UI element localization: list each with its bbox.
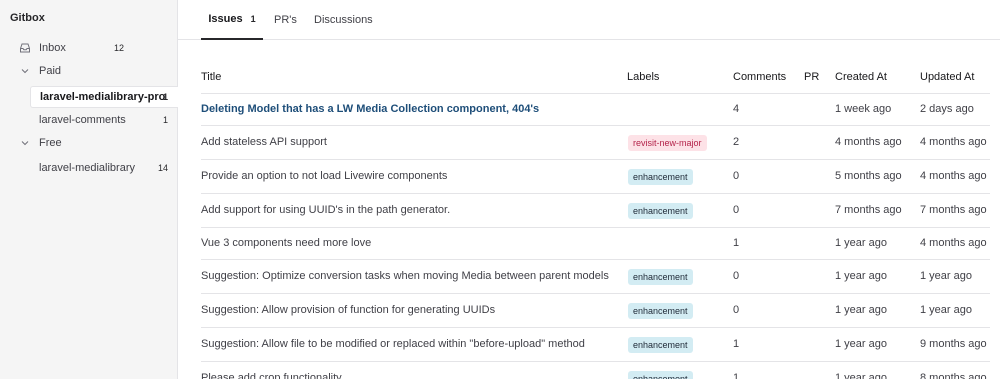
issue-comment-count: 1 (733, 237, 740, 249)
issue-updated-at: 1 year ago (920, 304, 972, 316)
issue-created-at: 1 year ago (835, 237, 887, 249)
issue-title-link[interactable]: Provide an option to not load Livewire c… (201, 170, 447, 182)
table-row[interactable]: Please add crop functionality enhancement… (201, 362, 990, 379)
tab-label: PR's (274, 14, 297, 26)
column-header-labels[interactable]: Labels (627, 71, 659, 83)
inbox-count-badge: 12 (113, 43, 124, 53)
tab-label: Issues (208, 13, 243, 25)
issue-created-at: 5 months ago (835, 170, 902, 182)
tab-issues[interactable]: Issues 1 (201, 0, 263, 40)
tab-bar: Issues 1 PR's Discussions (178, 0, 1000, 40)
sidebar-item-laravel-medialibrary-pro[interactable]: laravel-medialibrary-pro 1 (30, 86, 178, 108)
issue-title-link[interactable]: Suggestion: Optimize conversion tasks wh… (201, 270, 609, 282)
column-header-created-at[interactable]: Created At (835, 71, 887, 83)
sidebar-item-count: 1 (162, 115, 168, 125)
sidebar-item-count: 14 (157, 163, 168, 173)
issue-title-link[interactable]: Suggestion: Allow file to be modified or… (201, 338, 585, 350)
issue-label-badge[interactable]: enhancement (628, 169, 693, 185)
issue-updated-at: 7 months ago (920, 204, 987, 216)
issue-updated-at: 4 months ago (920, 170, 987, 182)
issue-title-link[interactable]: Add support for using UUID's in the path… (201, 204, 450, 216)
column-header-updated-at[interactable]: Updated At (920, 71, 974, 83)
issue-comment-count: 0 (733, 170, 740, 182)
tab-count-badge: 1 (250, 14, 256, 24)
chevron-down-icon (19, 65, 31, 77)
sidebar-item-label: laravel-comments (39, 114, 126, 126)
table-header: Title Labels Comments PR Created At Upda… (201, 60, 990, 94)
issue-created-at: 1 year ago (835, 304, 887, 316)
issue-comment-count: 0 (733, 270, 740, 282)
tab-label: Discussions (314, 14, 373, 26)
table-row[interactable]: Suggestion: Allow provision of function … (201, 294, 990, 328)
tab-prs[interactable]: PR's (274, 0, 297, 40)
app-title: Gitbox (10, 12, 45, 24)
sidebar-item-label: Inbox (39, 42, 66, 54)
issue-label-badge[interactable]: enhancement (628, 337, 693, 353)
sidebar-group-label: Paid (39, 65, 62, 77)
issue-updated-at: 4 months ago (920, 237, 987, 249)
column-header-pr[interactable]: PR (804, 71, 819, 83)
issue-title-link[interactable]: Add stateless API support (201, 136, 327, 148)
table-row[interactable]: Provide an option to not load Livewire c… (201, 160, 990, 194)
sidebar-group-paid[interactable]: Paid (0, 60, 177, 82)
issue-comment-count: 0 (733, 204, 740, 216)
issue-title-link[interactable]: Vue 3 components need more love (201, 237, 371, 249)
issue-label-badge[interactable]: enhancement (628, 203, 693, 219)
issue-created-at: 1 year ago (835, 270, 887, 282)
sidebar-item-count: 1 (162, 92, 168, 102)
issue-label-badge[interactable]: enhancement (628, 269, 693, 285)
issue-label-badge[interactable]: enhancement (628, 303, 693, 319)
inbox-icon (19, 42, 31, 54)
issue-created-at: 1 week ago (835, 103, 892, 115)
issue-updated-at: 9 months ago (920, 338, 987, 350)
sidebar-item-laravel-medialibrary[interactable]: laravel-medialibrary 14 (30, 157, 178, 179)
issue-title-link[interactable]: Suggestion: Allow provision of function … (201, 304, 495, 316)
chevron-down-icon (19, 137, 31, 149)
column-header-comments[interactable]: Comments (733, 71, 786, 83)
issue-created-at: 1 year ago (835, 372, 887, 379)
issue-comment-count: 1 (733, 338, 740, 350)
issue-comment-count: 2 (733, 136, 740, 148)
issue-comment-count: 4 (733, 103, 740, 115)
sidebar-group-free[interactable]: Free (0, 132, 177, 154)
column-header-title[interactable]: Title (201, 71, 221, 83)
sidebar-item-label: laravel-medialibrary-pro (40, 91, 166, 103)
issue-updated-at: 8 months ago (920, 372, 987, 379)
table-row[interactable]: Vue 3 components need more love 1 1 year a… (201, 228, 990, 260)
tab-discussions[interactable]: Discussions (314, 0, 373, 40)
issue-title-link[interactable]: Please add crop functionality (201, 372, 342, 379)
table-row[interactable]: Deleting Model that has a LW Media Colle… (201, 94, 990, 126)
issue-comment-count: 0 (733, 304, 740, 316)
issue-label-badge[interactable]: revisit-new-major (628, 135, 707, 151)
table-row[interactable]: Suggestion: Allow file to be modified or… (201, 328, 990, 362)
issue-updated-at: 4 months ago (920, 136, 987, 148)
issue-updated-at: 1 year ago (920, 270, 972, 282)
issue-title-link[interactable]: Deleting Model that has a LW Media Colle… (201, 103, 539, 115)
issue-created-at: 7 months ago (835, 204, 902, 216)
table-row[interactable]: Add stateless API support revisit-new-maj… (201, 126, 990, 160)
issue-created-at: 4 months ago (835, 136, 902, 148)
issue-created-at: 1 year ago (835, 338, 887, 350)
table-row[interactable]: Suggestion: Optimize conversion tasks wh… (201, 260, 990, 294)
sidebar-item-inbox[interactable]: Inbox 12 (0, 37, 177, 59)
sidebar-item-laravel-comments[interactable]: laravel-comments 1 (30, 109, 178, 131)
sidebar-item-label: laravel-medialibrary (39, 162, 135, 174)
sidebar-group-label: Free (39, 137, 62, 149)
table-row[interactable]: Add support for using UUID's in the path… (201, 194, 990, 228)
issue-label-badge[interactable]: enhancement (628, 371, 693, 379)
sidebar: Gitbox Inbox 12 Paid laravel-medialibrar… (0, 0, 178, 379)
issue-updated-at: 2 days ago (920, 103, 974, 115)
issue-comment-count: 1 (733, 372, 740, 379)
